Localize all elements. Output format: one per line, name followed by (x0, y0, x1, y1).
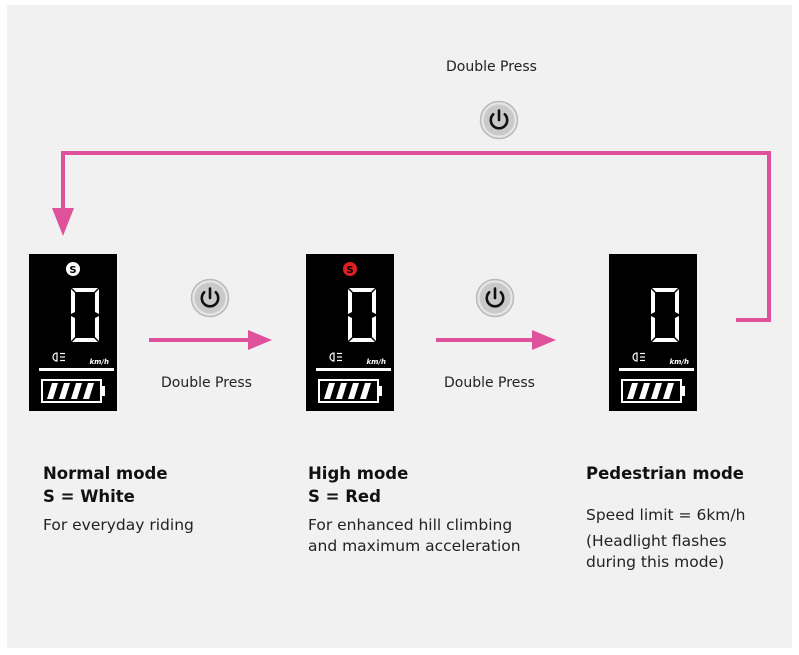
loop-back-arrowhead (52, 208, 74, 236)
mode-subtitle: S = Red (308, 487, 381, 506)
mode-title: Pedestrian mode (586, 464, 744, 483)
battery-icon (41, 379, 105, 403)
power-icon (190, 278, 230, 318)
speed-unit: km/h (670, 358, 690, 366)
s-indicator-glyph: S (346, 265, 353, 276)
display-divider (39, 368, 114, 371)
mode-subtitle: S = White (43, 487, 135, 506)
double-press-label-top: Double Press (446, 59, 537, 75)
headlight-icon (52, 352, 65, 362)
speed-unit: km/h (90, 358, 110, 366)
display-divider (316, 368, 391, 371)
mode-normal: Normal mode S = White For everyday ridin… (43, 462, 273, 536)
mode-pedestrian: Pedestrian mode Speed limit = 6km/h (Hea… (586, 462, 776, 573)
double-press-label-2: Double Press (444, 375, 535, 391)
mode-title: High mode (308, 464, 409, 483)
double-press-label-1: Double Press (161, 375, 252, 391)
headlight-icon (329, 352, 342, 362)
display-divider (619, 368, 694, 371)
digit-value: 0 (29, 254, 30, 255)
mode-title: Normal mode (43, 464, 168, 483)
speed-unit: km/h (367, 358, 387, 366)
speed-digit-zero (348, 288, 376, 342)
power-button-1 (190, 278, 230, 318)
battery-icon (318, 379, 382, 403)
arrowhead-high-to-pedestrian (532, 330, 556, 350)
power-icon (479, 100, 519, 140)
mode-description: For everyday riding (43, 516, 194, 534)
s-indicator-glyph: S (69, 265, 76, 276)
mode-high: High mode S = Red For enhanced hill clim… (308, 462, 523, 557)
display-normal: S 0 km/h (29, 254, 117, 411)
display-pedestrian: 0 km/h (609, 254, 697, 411)
power-button-top (479, 100, 519, 140)
display-high: S 0 km/h (306, 254, 394, 411)
digit-value: 0 (306, 254, 307, 255)
battery-icon (621, 379, 685, 403)
headlight-icon (632, 352, 645, 362)
speed-limit-text: Speed limit = 6km/h (586, 506, 746, 524)
mode-description: For enhanced hill climbing and maximum a… (308, 516, 521, 555)
headlight-note: (Headlight flashes during this mode) (586, 532, 727, 571)
arrowhead-normal-to-high (248, 330, 272, 350)
power-button-2 (475, 278, 515, 318)
digit-value: 0 (609, 254, 610, 255)
speed-digit-zero (651, 288, 679, 342)
power-icon (475, 278, 515, 318)
speed-digit-zero (71, 288, 99, 342)
